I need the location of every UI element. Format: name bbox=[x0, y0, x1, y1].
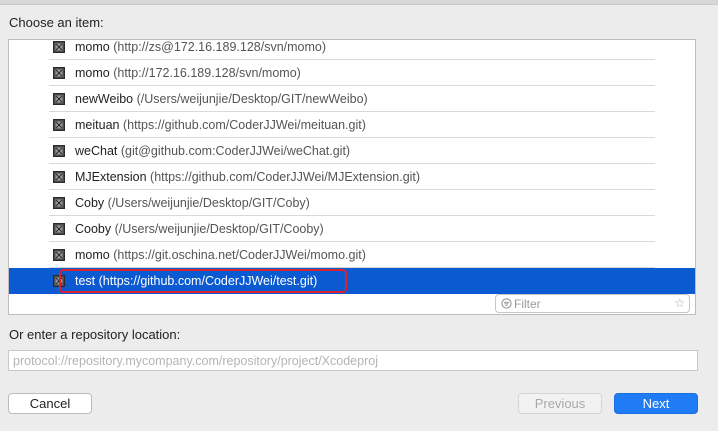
repository-name: meituan bbox=[75, 118, 120, 132]
repository-url: (http://172.16.189.128/svn/momo) bbox=[113, 66, 301, 80]
repository-icon bbox=[53, 119, 65, 131]
star-icon[interactable]: ☆ bbox=[674, 295, 685, 312]
repository-location-label: Or enter a repository location: bbox=[9, 327, 181, 342]
cancel-button[interactable]: Cancel bbox=[8, 393, 92, 414]
repository-url: (https://git.oschina.net/CoderJJWei/momo… bbox=[113, 248, 366, 262]
repository-text: meituan (https://github.com/CoderJJWei/m… bbox=[75, 112, 366, 138]
filter-icon bbox=[501, 298, 512, 309]
repository-location-input[interactable] bbox=[13, 353, 683, 368]
repository-row[interactable]: momo (http://zs@172.16.189.128/svn/momo) bbox=[9, 40, 695, 60]
repository-url: (https://github.com/CoderJJWei/MJExtensi… bbox=[150, 170, 421, 184]
repository-name: MJExtension bbox=[75, 170, 147, 184]
filter-field[interactable]: ☆ bbox=[495, 294, 690, 313]
repository-icon bbox=[53, 41, 65, 53]
filter-input[interactable] bbox=[514, 296, 664, 311]
repository-row[interactable]: Coby (/Users/weijunjie/Desktop/GIT/Coby) bbox=[9, 190, 695, 216]
repository-name: test bbox=[75, 274, 96, 288]
repository-row[interactable]: meituan (https://github.com/CoderJJWei/m… bbox=[9, 112, 695, 138]
repository-url: (https://github.com/CoderJJWei/meituan.g… bbox=[122, 118, 366, 132]
repository-row[interactable]: momo (http://172.16.189.128/svn/momo) bbox=[9, 60, 695, 86]
repository-text: MJExtension (https://github.com/CoderJJW… bbox=[75, 164, 420, 190]
repository-text: momo (http://zs@172.16.189.128/svn/momo) bbox=[75, 40, 327, 60]
next-button[interactable]: Next bbox=[614, 393, 698, 414]
repository-row[interactable]: Cooby (/Users/weijunjie/Desktop/GIT/Coob… bbox=[9, 216, 695, 242]
repository-url: (git@github.com:CoderJJWei/weChat.git) bbox=[120, 144, 351, 158]
repository-text: momo (https://git.oschina.net/CoderJJWei… bbox=[75, 242, 366, 268]
repository-icon bbox=[53, 275, 65, 287]
repository-icon bbox=[53, 223, 65, 235]
previous-button[interactable]: Previous bbox=[518, 393, 602, 414]
repository-name: momo bbox=[75, 66, 110, 80]
repository-icon bbox=[53, 145, 65, 157]
repository-url: (https://github.com/CoderJJWei/test.git) bbox=[98, 274, 318, 288]
repository-text: weChat (git@github.com:CoderJJWei/weChat… bbox=[75, 138, 350, 164]
repository-icon bbox=[53, 67, 65, 79]
repository-name: momo bbox=[75, 40, 110, 54]
repository-row[interactable]: weChat (git@github.com:CoderJJWei/weChat… bbox=[9, 138, 695, 164]
repository-text: test (https://github.com/CoderJJWei/test… bbox=[75, 268, 317, 294]
repository-text: momo (http://172.16.189.128/svn/momo) bbox=[75, 60, 301, 86]
repository-text: newWeibo (/Users/weijunjie/Desktop/GIT/n… bbox=[75, 86, 368, 112]
repository-rows: momo (http://zs@172.16.189.128/svn/momo)… bbox=[9, 40, 695, 294]
repository-list[interactable]: momo (http://zs@172.16.189.128/svn/momo)… bbox=[8, 39, 696, 315]
repository-url: (http://zs@172.16.189.128/svn/momo) bbox=[113, 40, 327, 54]
repository-icon bbox=[53, 197, 65, 209]
repository-name: weChat bbox=[75, 144, 118, 158]
window-top-edge bbox=[0, 0, 718, 5]
repository-url: (/Users/weijunjie/Desktop/GIT/Cooby) bbox=[114, 222, 324, 236]
repository-name: momo bbox=[75, 248, 110, 262]
repository-row[interactable]: test (https://github.com/CoderJJWei/test… bbox=[9, 268, 695, 294]
repository-url: (/Users/weijunjie/Desktop/GIT/newWeibo) bbox=[136, 92, 368, 106]
repository-text: Cooby (/Users/weijunjie/Desktop/GIT/Coob… bbox=[75, 216, 324, 242]
repository-url: (/Users/weijunjie/Desktop/GIT/Coby) bbox=[107, 196, 310, 210]
repository-icon bbox=[53, 93, 65, 105]
repository-name: newWeibo bbox=[75, 92, 134, 106]
repository-name: Coby bbox=[75, 196, 105, 210]
repository-name: Cooby bbox=[75, 222, 112, 236]
repository-location-field[interactable] bbox=[8, 350, 698, 371]
repository-row[interactable]: MJExtension (https://github.com/CoderJJW… bbox=[9, 164, 695, 190]
repository-icon bbox=[53, 249, 65, 261]
repository-text: Coby (/Users/weijunjie/Desktop/GIT/Coby) bbox=[75, 190, 310, 216]
choose-item-heading: Choose an item: bbox=[9, 15, 104, 30]
repository-row[interactable]: newWeibo (/Users/weijunjie/Desktop/GIT/n… bbox=[9, 86, 695, 112]
repository-row[interactable]: momo (https://git.oschina.net/CoderJJWei… bbox=[9, 242, 695, 268]
repository-icon bbox=[53, 171, 65, 183]
